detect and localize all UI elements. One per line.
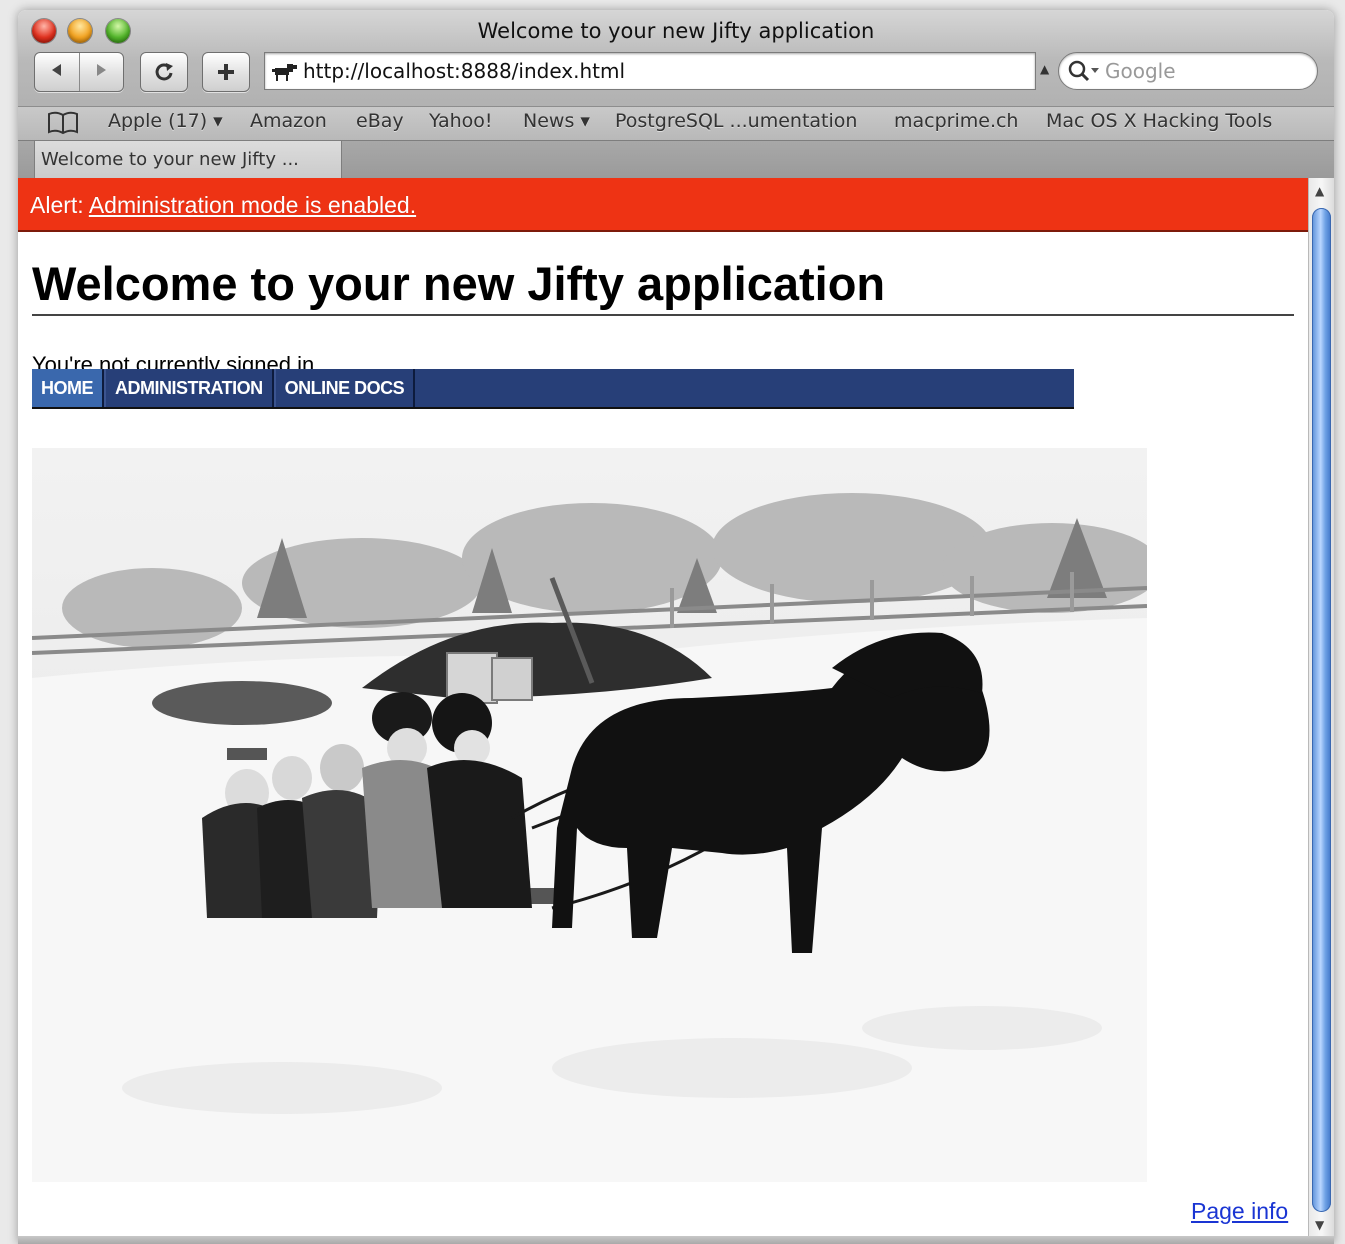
photo-drawing [32, 448, 1147, 1182]
bookmark-macprime[interactable]: macprime.ch [894, 110, 1018, 132]
close-window-button[interactable] [32, 19, 56, 43]
bookmarks-book-icon[interactable] [46, 110, 80, 136]
search-input[interactable] [1103, 58, 1307, 84]
forward-button[interactable] [80, 62, 124, 83]
admin-alert: Alert: Administration mode is enabled. [18, 178, 1308, 232]
minimize-window-button[interactable] [68, 19, 92, 43]
bookmark-yahoo[interactable]: Yahoo! [429, 110, 493, 132]
bookmark-amazon[interactable]: Amazon [250, 110, 327, 132]
window-bottom-bar [18, 1236, 1334, 1244]
scroll-up-arrow-icon[interactable]: ▲ [1315, 184, 1324, 198]
page-title: Welcome to your new Jifty application [32, 256, 1294, 316]
back-button[interactable] [35, 62, 79, 83]
bookmark-news[interactable]: News ▾ [523, 110, 590, 132]
search-icon [1068, 60, 1099, 82]
back-forward-buttons [34, 52, 124, 92]
bookmark-mac-hacking-tools[interactable]: Mac OS X Hacking Tools [1046, 110, 1272, 132]
search-field[interactable] [1058, 52, 1318, 90]
address-bar[interactable] [264, 52, 1036, 90]
browser-window: Welcome to your new Jifty application ht… [18, 10, 1334, 1244]
forward-arrow-icon [97, 63, 107, 76]
main-navigation: Home Administration Online Docs [32, 369, 1074, 409]
back-arrow-icon [51, 63, 61, 76]
tab-jifty-welcome[interactable]: Welcome to your new Jifty ... [34, 141, 342, 178]
bookmark-apple[interactable]: Apple (17) ▾ [108, 110, 223, 132]
reload-button[interactable] [140, 52, 188, 92]
plus-icon [218, 64, 234, 80]
alert-prefix: Alert: [30, 192, 84, 218]
page-content: Alert: Administration mode is enabled. W… [18, 178, 1308, 1244]
zoom-window-button[interactable] [106, 19, 130, 43]
nav-online-docs[interactable]: Online Docs [273, 369, 416, 407]
add-bookmark-button[interactable] [202, 52, 250, 92]
page-info-link[interactable]: Page info [1191, 1198, 1288, 1225]
nav-home[interactable]: Home [32, 369, 104, 407]
reload-icon [155, 63, 173, 81]
url-input[interactable] [299, 59, 1023, 83]
url-dropdown-icon[interactable]: ▲ [1040, 62, 1049, 76]
pony-sled-photo [32, 448, 1147, 1182]
scrollbar-thumb[interactable] [1312, 208, 1331, 1212]
admin-mode-link[interactable]: Administration mode is enabled. [89, 192, 416, 218]
nav-administration[interactable]: Administration [104, 369, 274, 407]
vertical-scrollbar[interactable]: ▲ ▼ [1308, 178, 1334, 1244]
title-bar: Welcome to your new Jifty application [18, 10, 1334, 50]
scroll-down-arrow-icon[interactable]: ▼ [1315, 1218, 1324, 1232]
bookmark-ebay[interactable]: eBay [356, 110, 404, 132]
pony-favicon-icon [272, 64, 297, 81]
window-title: Welcome to your new Jifty application [477, 19, 875, 43]
bookmark-postgresql[interactable]: PostgreSQL ...umentation [615, 110, 857, 132]
